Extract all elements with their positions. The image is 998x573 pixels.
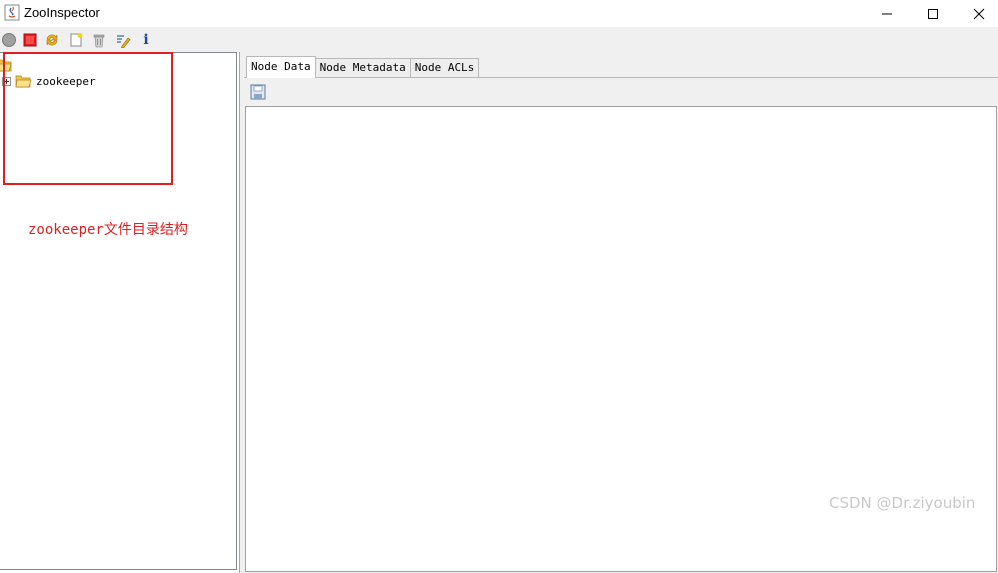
refresh-icon <box>46 34 58 45</box>
connect-button[interactable] <box>0 31 18 48</box>
trash-icon <box>93 34 105 47</box>
close-icon <box>973 8 985 19</box>
watermark: CSDN @Dr.ziyoubin <box>829 494 976 512</box>
maximize-button[interactable] <box>910 0 956 27</box>
node-viewers-button[interactable] <box>114 31 132 48</box>
close-button[interactable] <box>956 0 998 27</box>
add-node-button[interactable] <box>67 31 85 48</box>
title-bar: ZooInspector <box>0 0 998 27</box>
tab-strip: Node Data Node Metadata Node ACLs <box>246 56 480 78</box>
refresh-button[interactable] <box>43 31 61 48</box>
edit-icon <box>117 34 131 48</box>
tab-node-data[interactable]: Node Data <box>246 56 316 78</box>
delete-node-button[interactable] <box>90 31 108 48</box>
annotation-highlight-box <box>3 52 173 185</box>
window-title: ZooInspector <box>24 5 100 20</box>
new-node-icon <box>70 32 83 46</box>
minimize-button[interactable] <box>864 0 910 27</box>
minimize-icon <box>882 13 892 14</box>
java-app-icon <box>4 4 20 21</box>
about-button[interactable]: i <box>137 31 155 48</box>
disconnect-button[interactable] <box>21 31 39 48</box>
tab-node-metadata[interactable]: Node Metadata <box>314 58 411 78</box>
stop-icon <box>23 33 37 46</box>
maximize-icon <box>928 8 938 19</box>
connect-icon <box>2 32 16 47</box>
node-details-pane: Node Data Node Metadata Node ACLs CSDN @… <box>244 52 998 573</box>
tab-node-acls[interactable]: Node ACLs <box>409 58 480 78</box>
toolbar: i <box>0 27 998 52</box>
annotation-label: zookeeper文件目录结构 <box>28 222 188 238</box>
save-icon[interactable] <box>250 84 266 100</box>
info-icon: i <box>143 31 149 48</box>
